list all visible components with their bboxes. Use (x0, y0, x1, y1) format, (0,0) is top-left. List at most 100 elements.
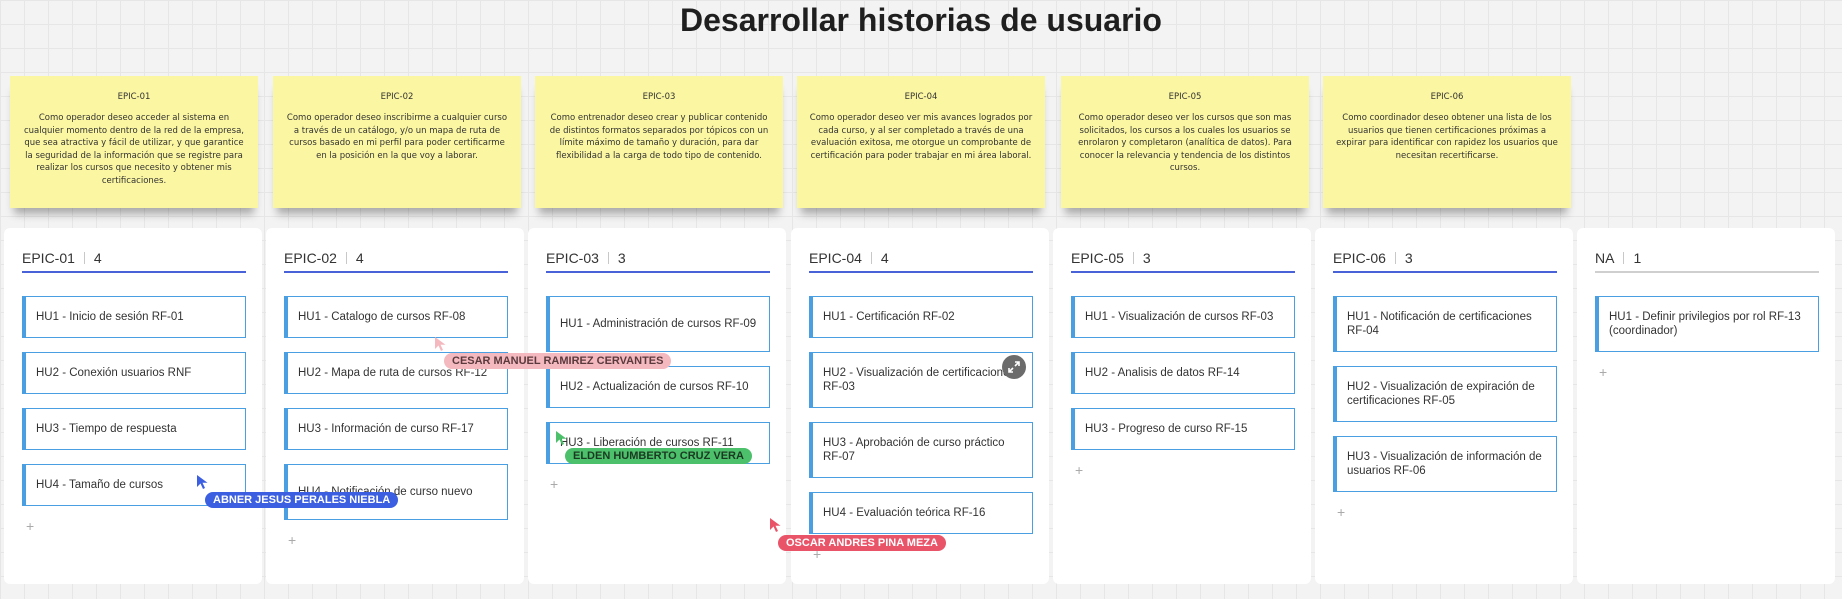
sticky-note-epic-02[interactable]: EPIC-02 Como operador deseo inscribirme … (273, 76, 521, 208)
pointer-cursor-icon (197, 475, 208, 489)
story-card-label: HU4 - Evaluación teórica RF-16 (823, 507, 986, 519)
sticky-title: EPIC-04 (904, 92, 938, 102)
story-card[interactable]: HU1 - Certificación RF-02 (809, 296, 1033, 338)
column-card-count: 4 (93, 250, 102, 266)
kanban-column-epic-04: EPIC-04 4 HU1 - Certificación RF-02 HU2 … (791, 228, 1049, 584)
column-name: EPIC-03 (546, 250, 599, 266)
column-header[interactable]: NA 1 (1595, 245, 1819, 273)
kanban-column-na: NA 1 HU1 - Definir privilegios por rol R… (1577, 228, 1835, 584)
column-name: EPIC-05 (1071, 250, 1124, 266)
story-card-label: HU2 - Visualización de certificaciones R… (823, 367, 1016, 393)
sticky-text: Como operador deseo ver los cursos que s… (1078, 113, 1292, 173)
column-header-divider (83, 252, 85, 264)
board-title: Desarrollar historias de usuario (680, 2, 1162, 38)
sticky-note-epic-04[interactable]: EPIC-04 Como operador deseo ver mis avan… (797, 76, 1045, 208)
column-header-divider (345, 252, 347, 264)
add-card-button[interactable]: + (26, 518, 34, 534)
sticky-note-epic-05[interactable]: EPIC-05 Como operador deseo ver los curs… (1061, 76, 1309, 208)
column-card-count: 3 (617, 250, 626, 266)
column-header-divider (1132, 252, 1134, 264)
sticky-text: Como coordinador deseo obtener una lista… (1336, 113, 1558, 161)
sticky-text: Como entrenador deseo crear y publicar c… (549, 113, 769, 161)
add-card-button[interactable]: + (1337, 504, 1345, 520)
story-card[interactable]: HU2 - Conexión usuarios RNF (22, 352, 246, 394)
sticky-text: Como operador deseo acceder al sistema e… (24, 113, 244, 186)
story-card[interactable]: HU4 - Evaluación teórica RF-16 (809, 492, 1033, 534)
story-card-label: HU1 - Catalogo de cursos RF-08 (298, 311, 466, 323)
column-header[interactable]: EPIC-04 4 (809, 245, 1033, 273)
story-card[interactable]: HU1 - Visualización de cursos RF-03 (1071, 296, 1295, 338)
pointer-cursor-icon (556, 431, 567, 445)
story-card-label: HU1 - Inicio de sesión RF-01 (36, 311, 184, 323)
story-card-label: HU1 - Notificación de certificaciones RF… (1347, 311, 1532, 337)
story-card[interactable]: HU2 - Visualización de expiración de cer… (1333, 366, 1557, 422)
story-card[interactable]: HU1 - Catalogo de cursos RF-08 (284, 296, 508, 338)
story-card-label: HU2 - Analisis de datos RF-14 (1085, 367, 1240, 379)
add-card-button[interactable]: + (550, 476, 558, 492)
column-header[interactable]: EPIC-06 3 (1333, 245, 1557, 273)
story-card[interactable]: HU1 - Administración de cursos RF-09 (546, 296, 770, 352)
column-header[interactable]: EPIC-03 3 (546, 245, 770, 273)
sticky-note-epic-06[interactable]: EPIC-06 Como coordinador deseo obtener u… (1323, 76, 1571, 208)
sticky-text: Como operador deseo inscribirme a cualqu… (286, 113, 508, 161)
story-card[interactable]: HU2 - Visualización de certificaciones R… (809, 352, 1033, 408)
column-header[interactable]: EPIC-01 4 (22, 245, 246, 273)
story-card[interactable]: HU3 - Tiempo de respuesta (22, 408, 246, 450)
pointer-cursor-icon (770, 518, 781, 532)
collaborator-name-tag: ELDEN HUMBERTO CRUZ VERA (565, 448, 752, 464)
story-card-label: HU3 - Visualización de información de us… (1347, 451, 1542, 477)
column-card-count: 4 (355, 250, 364, 266)
story-card[interactable]: HU1 - Definir privilegios por rol RF-13 … (1595, 296, 1819, 352)
column-name: NA (1595, 250, 1615, 266)
story-card[interactable]: HU3 - Información de curso RF-17 (284, 408, 508, 450)
collaborator-name-tag: CESAR MANUEL RAMIREZ CERVANTES (444, 353, 672, 369)
story-card-label: HU3 - Información de curso RF-17 (298, 423, 474, 435)
pointer-cursor-icon (435, 337, 446, 351)
story-card[interactable]: HU3 - Visualización de información de us… (1333, 436, 1557, 492)
story-card-label: HU2 - Visualización de expiración de cer… (1347, 381, 1535, 407)
story-card-label: HU1 - Visualización de cursos RF-03 (1085, 311, 1274, 323)
column-header-divider (870, 252, 872, 264)
column-header[interactable]: EPIC-05 3 (1071, 245, 1295, 273)
sticky-title: EPIC-03 (642, 92, 676, 102)
story-card-label: HU3 - Tiempo de respuesta (36, 423, 177, 435)
story-card[interactable]: HU1 - Notificación de certificaciones RF… (1333, 296, 1557, 352)
add-card-button[interactable]: + (1075, 462, 1083, 478)
kanban-column-epic-02: EPIC-02 4 HU1 - Catalogo de cursos RF-08… (266, 228, 524, 584)
kanban-column-epic-03: EPIC-03 3 HU1 - Administración de cursos… (528, 228, 786, 584)
expand-icon[interactable] (1002, 355, 1026, 379)
column-card-count: 1 (1633, 250, 1642, 266)
expand-arrows-icon (1008, 361, 1020, 373)
kanban-column-epic-05: EPIC-05 3 HU1 - Visualización de cursos … (1053, 228, 1311, 584)
story-card[interactable]: HU2 - Analisis de datos RF-14 (1071, 352, 1295, 394)
collaborator-name-tag: OSCAR ANDRES PINA MEZA (778, 535, 946, 551)
story-card[interactable]: HU1 - Inicio de sesión RF-01 (22, 296, 246, 338)
sticky-text: Como operador deseo ver mis avances logr… (809, 113, 1033, 161)
add-card-button[interactable]: + (288, 532, 296, 548)
column-header-divider (1623, 252, 1625, 264)
kanban-column-epic-06: EPIC-06 3 HU1 - Notificación de certific… (1315, 228, 1573, 584)
story-card-label: HU1 - Definir privilegios por rol RF-13 … (1609, 311, 1801, 337)
column-name: EPIC-01 (22, 250, 75, 266)
column-header-divider (1394, 252, 1396, 264)
column-name: EPIC-06 (1333, 250, 1386, 266)
story-card[interactable]: HU3 - Progreso de curso RF-15 (1071, 408, 1295, 450)
column-card-count: 3 (1142, 250, 1151, 266)
story-card[interactable]: HU2 - Actualización de cursos RF-10 (546, 366, 770, 408)
column-header[interactable]: EPIC-02 4 (284, 245, 508, 273)
sticky-title: EPIC-06 (1430, 92, 1464, 102)
kanban-column-epic-01: EPIC-01 4 HU1 - Inicio de sesión RF-01 H… (4, 228, 262, 584)
sticky-note-epic-03[interactable]: EPIC-03 Como entrenador deseo crear y pu… (535, 76, 783, 208)
column-name: EPIC-02 (284, 250, 337, 266)
story-card-label: HU4 - Tamaño de cursos (36, 479, 163, 491)
sticky-title: EPIC-01 (117, 92, 151, 102)
sticky-note-epic-01[interactable]: EPIC-01 Como operador deseo acceder al s… (10, 76, 258, 208)
column-card-count: 4 (880, 250, 889, 266)
column-header-divider (607, 252, 609, 264)
column-name: EPIC-04 (809, 250, 862, 266)
add-card-button[interactable]: + (1599, 364, 1607, 380)
story-card-label: HU2 - Actualización de cursos RF-10 (560, 381, 749, 393)
story-card[interactable]: HU3 - Aprobación de curso práctico RF-07 (809, 422, 1033, 478)
story-card-label: HU2 - Conexión usuarios RNF (36, 367, 192, 379)
column-card-count: 3 (1404, 250, 1413, 266)
